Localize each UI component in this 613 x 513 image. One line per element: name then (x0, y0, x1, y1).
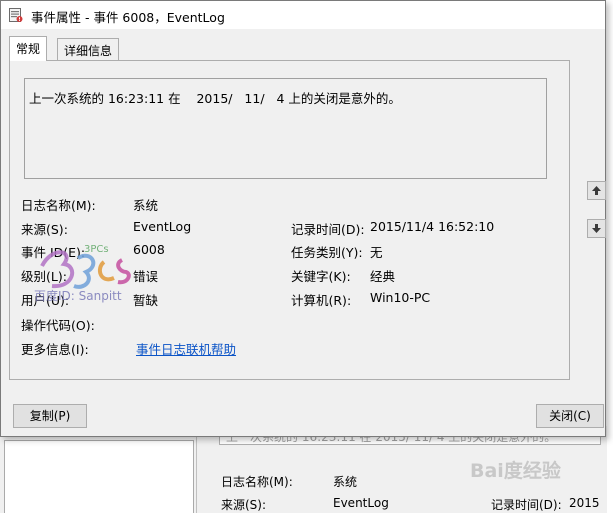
event-id-label: 事件 ID(E): (21, 245, 86, 260)
background-log-name-value: 系统 (333, 475, 358, 489)
online-help-link[interactable]: 事件日志联机帮助 (136, 339, 236, 358)
source-value: EventLog (133, 219, 192, 234)
log-name-value: 系统 (133, 198, 159, 213)
keywords-value: 经典 (370, 269, 396, 284)
event-properties-dialog: 事件属性 - 事件 6008，EventLog 常规 详细信息 上一次系统的 1… (0, 0, 606, 437)
arrow-up-icon (592, 186, 601, 195)
event-description-text: 上一次系统的 16:23:11 在 2015/ 11/ 4 上的关闭是意外的。 (29, 91, 401, 106)
background-source-label: 来源(S): (221, 498, 267, 512)
copy-button[interactable]: 复制(P) (13, 404, 87, 428)
event-description-box[interactable]: 上一次系统的 16:23:11 在 2015/ 11/ 4 上的关闭是意外的。 (24, 78, 547, 179)
source-label: 来源(S): (21, 222, 68, 237)
close-button[interactable]: 关闭(C) (536, 404, 604, 428)
event-id-value: 6008 (133, 242, 165, 257)
task-category-label: 任务类别(Y): (291, 245, 363, 260)
background-left-pane (4, 440, 194, 513)
task-category-value: 无 (370, 245, 383, 260)
log-name-label: 日志名称(M): (21, 198, 96, 213)
level-value: 错误 (133, 269, 159, 284)
title-bar[interactable]: 事件属性 - 事件 6008，EventLog (1, 1, 605, 29)
event-viewer-icon (9, 8, 23, 22)
logged-value: 2015/11/4 16:52:10 (370, 219, 495, 234)
next-event-button[interactable] (587, 219, 606, 238)
level-label: 级别(L): (21, 269, 67, 284)
logged-label: 记录时间(D): (291, 222, 365, 237)
background-log-name-label: 日志名称(M): (221, 475, 293, 489)
background-logged-label: 记录时间(D): (491, 498, 562, 512)
baidu-watermark: Bai度经验 (470, 460, 561, 482)
tab-details[interactable]: 详细信息 (57, 38, 120, 60)
tab-general[interactable]: 常规 (9, 36, 48, 61)
watermark-text: 百度ID: Sanpitt (34, 289, 122, 303)
general-tab-panel: 上一次系统的 16:23:11 在 2015/ 11/ 4 上的关闭是意外的。 … (9, 60, 570, 380)
dialog-title: 事件属性 - 事件 6008，EventLog (31, 10, 225, 25)
background-source-value: EventLog (333, 496, 389, 510)
arrow-down-icon (592, 224, 601, 233)
computer-value: Win10-PC (370, 290, 431, 305)
computer-label: 计算机(R): (291, 293, 352, 308)
opcode-label: 操作代码(O): (21, 318, 95, 333)
screen: 上一次系统的 16:23:11 在 2015/ 11/ 4 上的关闭是意外的。 … (0, 0, 613, 513)
more-info-label: 更多信息(I): (21, 342, 89, 357)
background-logged-value: 2015 (569, 496, 600, 510)
user-value: 暂缺 (133, 293, 159, 308)
previous-event-button[interactable] (587, 181, 606, 200)
keywords-label: 关键字(K): (291, 269, 351, 284)
